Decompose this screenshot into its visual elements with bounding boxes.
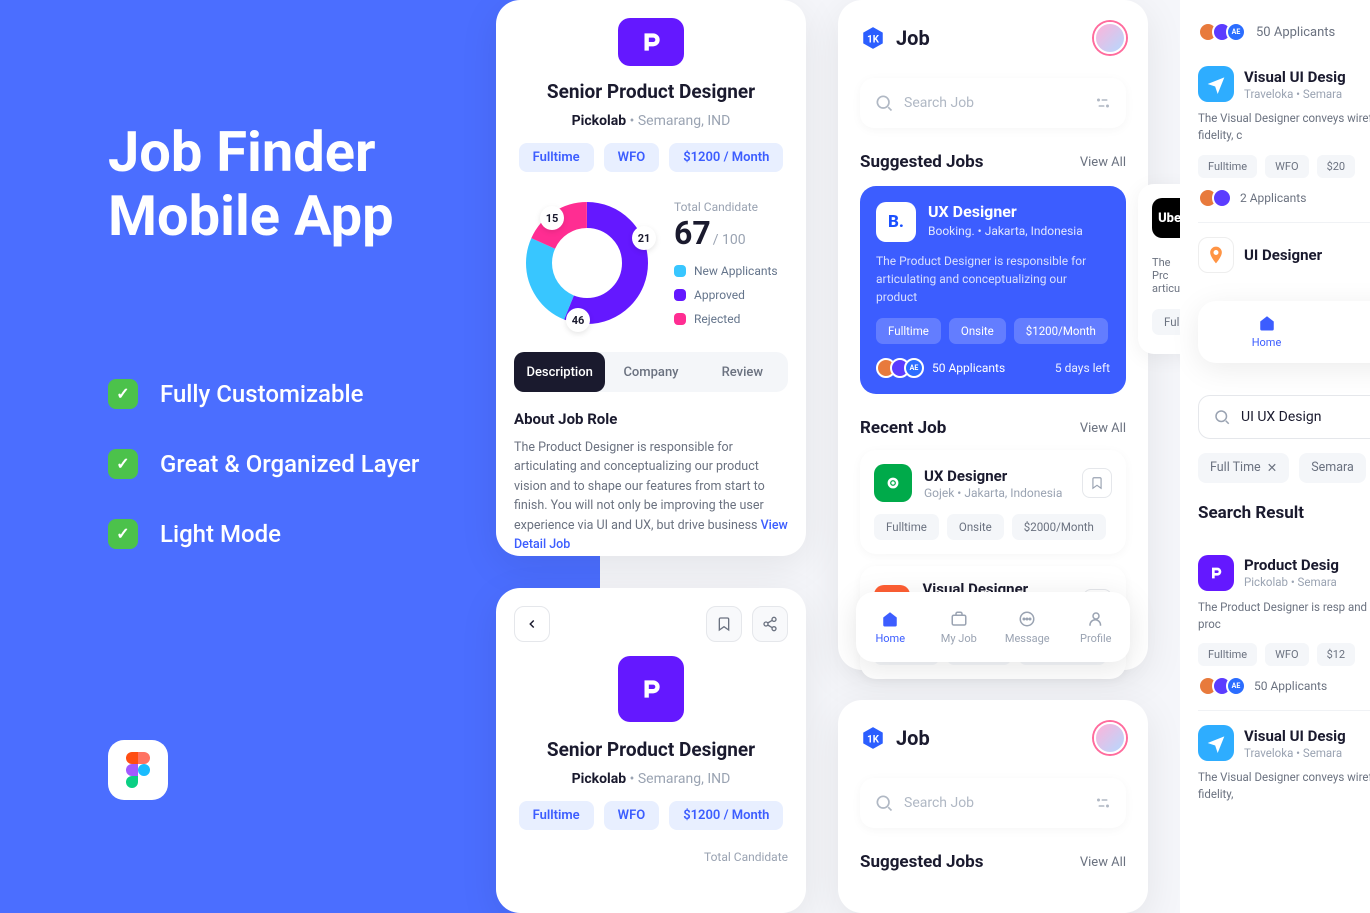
close-icon: ✕ xyxy=(1267,460,1277,476)
hero-section: Job FinderMobile App ✓Fully Customizable… xyxy=(108,120,419,549)
search-icon xyxy=(874,93,894,113)
svg-text:1K: 1K xyxy=(867,734,880,745)
user-avatar[interactable] xyxy=(1094,722,1126,754)
user-avatar[interactable] xyxy=(1094,22,1126,54)
tab-description[interactable]: Description xyxy=(514,352,605,392)
job-title: Senior Product Designer xyxy=(514,738,788,761)
pickolab-icon xyxy=(1198,555,1234,591)
about-text: The Product Designer is responsible for … xyxy=(514,438,788,554)
search-input[interactable] xyxy=(904,95,1094,111)
share-button[interactable] xyxy=(752,606,788,642)
check-icon: ✓ xyxy=(108,379,138,409)
search-bar[interactable] xyxy=(860,78,1126,128)
check-icon: ✓ xyxy=(108,519,138,549)
bookmark-button[interactable] xyxy=(1082,468,1112,498)
location-icon xyxy=(1198,237,1234,273)
job-card[interactable]: Visual UI DesigTraveloka • Semara The Vi… xyxy=(1198,711,1370,818)
job-detail-screen-2: Senior Product Designer Pickolab • Semar… xyxy=(496,588,806,913)
about-heading: About Job Role xyxy=(514,410,788,428)
home-screen-2: 1KJob Suggested JobsView All xyxy=(838,700,1148,913)
tag: Fulltime xyxy=(519,143,594,172)
nav-home[interactable]: Home xyxy=(1198,301,1335,363)
check-icon: ✓ xyxy=(108,449,138,479)
tab-company[interactable]: Company xyxy=(605,352,696,392)
nav-profile[interactable]: Profile xyxy=(1062,592,1131,662)
job-card[interactable]: Product DesigPickolab • Semara The Produ… xyxy=(1198,541,1370,712)
svg-text:1K: 1K xyxy=(867,34,880,45)
suggested-heading: Suggested Jobs xyxy=(860,152,983,172)
nav-myjob[interactable]: My Job xyxy=(925,592,994,662)
feature-item: ✓Light Mode xyxy=(108,519,419,549)
job-detail-screen: Senior Product Designer Pickolab • Semar… xyxy=(496,0,806,556)
search-bar[interactable] xyxy=(860,778,1126,828)
traveloka-icon xyxy=(1198,725,1234,761)
figma-badge xyxy=(108,740,168,800)
booking-icon: B. xyxy=(876,202,916,242)
tag: WFO xyxy=(604,143,660,172)
feature-item: ✓Great & Organized Layer xyxy=(108,449,419,479)
bottom-nav: Home My Job xyxy=(1198,301,1370,363)
job-company-location: Pickolab • Semarang, IND xyxy=(514,113,788,129)
search-input[interactable]: UI UX Design xyxy=(1198,395,1370,439)
filter-icon[interactable] xyxy=(1094,94,1112,112)
view-all-link[interactable]: View All xyxy=(1080,155,1126,170)
search-screen: AE50 Applicants Visual UI DesigTraveloka… xyxy=(1180,0,1370,913)
job-card[interactable]: UI Designer xyxy=(1198,223,1370,287)
company-logo xyxy=(618,18,684,66)
traveloka-icon xyxy=(1198,66,1234,102)
tab-review[interactable]: Review xyxy=(697,352,788,392)
filter-icon[interactable] xyxy=(1094,794,1112,812)
home-screen: 1K Job Suggested Jobs View All B. UX Desi… xyxy=(838,0,1148,670)
back-button[interactable] xyxy=(514,606,550,642)
bottom-nav: Home My Job Message Profile xyxy=(856,592,1130,662)
candidate-donut-chart: 15 21 46 xyxy=(522,198,652,328)
app-brand: 1K Job xyxy=(860,25,930,51)
job-card[interactable]: UX DesignerGojek • Jakarta, Indonesia Fu… xyxy=(860,450,1126,554)
tag: $1200 / Month xyxy=(669,143,783,172)
filter-chip[interactable]: Full Time✕ xyxy=(1198,453,1289,483)
nav-message[interactable]: Message xyxy=(993,592,1062,662)
feature-item: ✓Fully Customizable xyxy=(108,379,419,409)
recent-heading: Recent Job xyxy=(860,418,946,438)
detail-tabs: Description Company Review xyxy=(514,352,788,392)
search-icon xyxy=(874,793,894,813)
view-all-link[interactable]: View All xyxy=(1080,421,1126,436)
job-title: Senior Product Designer xyxy=(514,80,788,103)
total-candidates: 67/ 100 xyxy=(674,214,780,252)
job-card[interactable]: Visual UI DesigTraveloka • Semara The Vi… xyxy=(1198,52,1370,223)
search-result-heading: Search Result xyxy=(1198,503,1370,523)
gojek-icon xyxy=(874,464,912,502)
featured-job-card[interactable]: B. UX DesignerBooking. • Jakarta, Indone… xyxy=(860,186,1126,394)
nav-home[interactable]: Home xyxy=(856,592,925,662)
filter-chip[interactable]: Semara xyxy=(1299,453,1366,483)
bookmark-button[interactable] xyxy=(706,606,742,642)
company-logo xyxy=(618,656,684,722)
nav-myjob[interactable]: My Job xyxy=(1335,301,1370,363)
hero-title: Job FinderMobile App xyxy=(108,120,419,249)
